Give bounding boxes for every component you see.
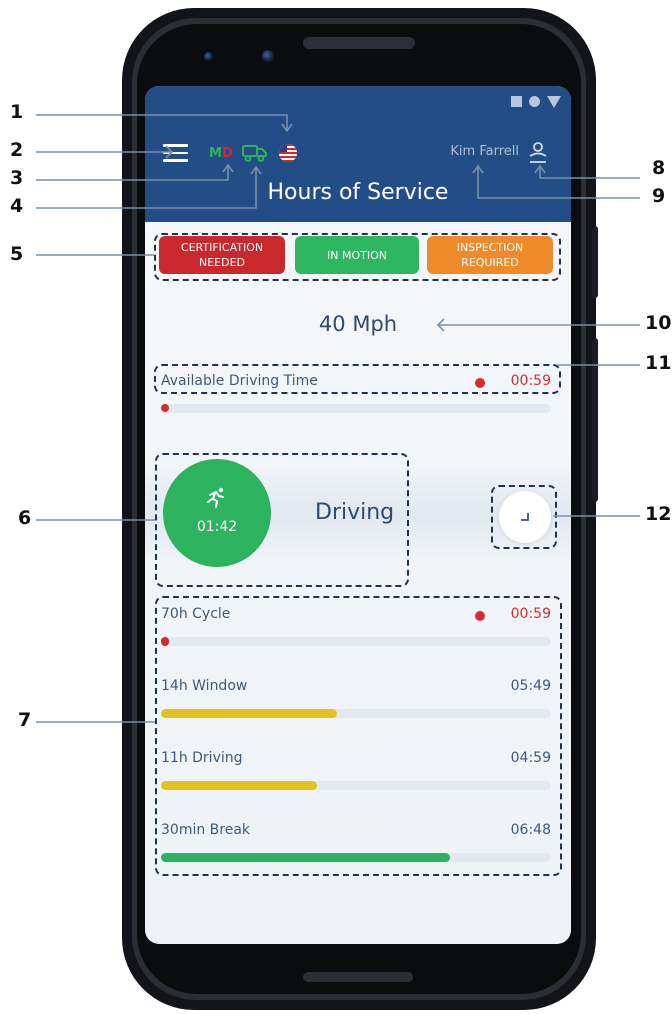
callout-lines xyxy=(36,114,640,723)
callout-11: 11 xyxy=(645,352,672,374)
callout-2: 2 xyxy=(10,139,24,161)
callout-7: 7 xyxy=(18,709,32,731)
callout-5: 5 xyxy=(10,243,24,265)
callout-3: 3 xyxy=(10,167,24,189)
callout-12: 12 xyxy=(645,503,672,525)
callout-1: 1 xyxy=(10,101,24,123)
callout-9: 9 xyxy=(652,185,666,207)
callout-4: 4 xyxy=(10,195,24,217)
callout-6: 6 xyxy=(18,507,32,529)
callout-10: 10 xyxy=(645,312,672,334)
callout-8: 8 xyxy=(652,157,666,179)
